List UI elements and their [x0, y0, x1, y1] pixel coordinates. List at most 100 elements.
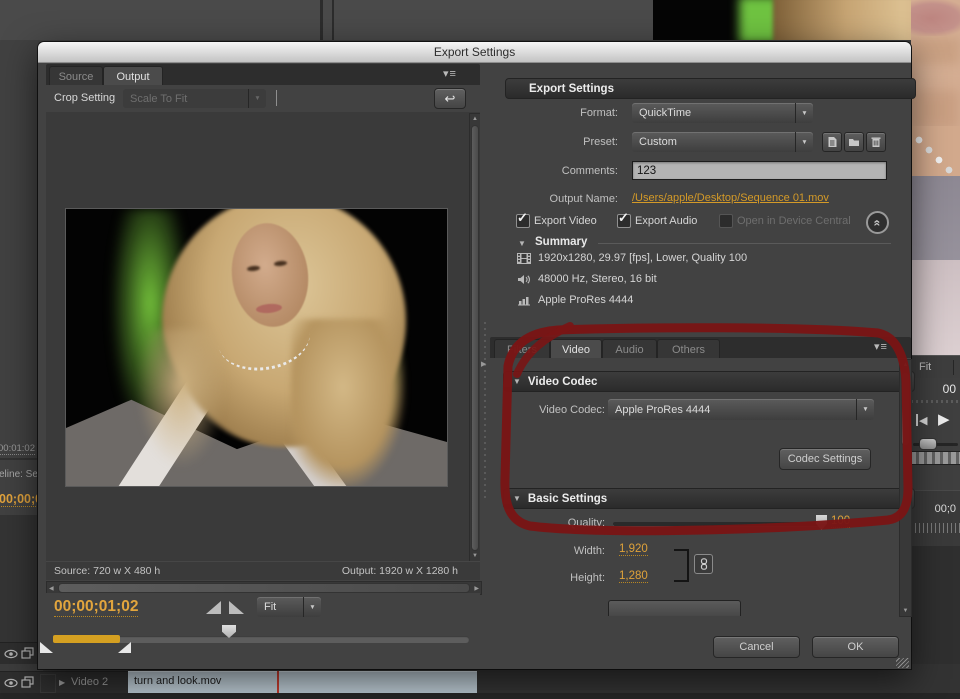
play-icon[interactable]: ▶: [938, 410, 950, 428]
import-preset-button[interactable]: [844, 132, 864, 152]
tab-audio[interactable]: Audio: [602, 339, 657, 359]
format-dropdown[interactable]: QuickTime ▼: [632, 103, 813, 123]
timeline-clip[interactable]: turn and look.mov: [128, 671, 477, 695]
track-output-icon[interactable]: [21, 676, 34, 689]
quality-slider-track[interactable]: [613, 522, 824, 526]
panel-divider: [332, 0, 334, 40]
output-name-label: Output Name:: [478, 193, 618, 205]
height-value[interactable]: 1,280: [619, 570, 648, 583]
cancel-button[interactable]: Cancel: [713, 636, 800, 658]
resize-grip[interactable]: [896, 658, 909, 668]
collapse-panel-button[interactable]: «: [866, 211, 889, 234]
monitor-fit-dropdown[interactable]: Fit: [919, 361, 931, 373]
scroll-left-icon[interactable]: ◀: [49, 585, 54, 592]
timeline-duration: 00:01:02: [0, 443, 35, 455]
scroll-up-icon[interactable]: ▲: [900, 362, 911, 368]
codec-settings-label: Codec Settings: [788, 453, 863, 465]
zoom-fit-dropdown[interactable]: Fit ▼: [257, 597, 321, 617]
preset-label: Preset:: [478, 136, 618, 148]
dialog-title-bar[interactable]: Export Settings: [38, 42, 911, 63]
chain-link-icon: [700, 558, 708, 570]
export-settings-group-title: Export Settings: [515, 83, 614, 95]
tab-source-label: Source: [59, 71, 94, 83]
scrollbar-thumb[interactable]: [58, 583, 470, 593]
tab-output[interactable]: Output: [103, 66, 163, 86]
summary-video-text: 1920x1280, 29.97 [fps], Lower, Quality 1…: [538, 252, 747, 264]
delete-preset-button[interactable]: [866, 132, 886, 152]
monitor-timecode-2: 00;0: [935, 503, 956, 515]
video-preview-frame[interactable]: [65, 208, 448, 487]
work-area-range[interactable]: [53, 635, 120, 643]
current-timecode[interactable]: 00;00;01;02: [54, 598, 138, 617]
timeline-playhead-line[interactable]: [277, 671, 279, 693]
save-preset-button[interactable]: [822, 132, 842, 152]
summary-codec-text: Apple ProRes 4444: [538, 294, 633, 306]
disclosure-down-icon[interactable]: ▼: [513, 494, 521, 503]
time-ruler-ticks: [911, 523, 960, 533]
toolbar-divider: [276, 90, 277, 106]
film-icon: [517, 253, 531, 264]
summary-video-row: 1920x1280, 29.97 [fps], Lower, Quality 1…: [517, 252, 747, 264]
summary-disclosure-icon[interactable]: ▼: [518, 239, 526, 248]
set-in-point-icon[interactable]: [206, 601, 221, 614]
scrollbar-thumb[interactable]: [471, 125, 479, 551]
folder-icon: [848, 137, 860, 147]
document-icon: [827, 136, 838, 148]
step-back-icon[interactable]: ◀: [919, 414, 927, 427]
monitor-shuttle[interactable]: [911, 437, 960, 449]
scrollbar-thumb[interactable]: [901, 372, 910, 446]
scale-dropdown[interactable]: Scale To Fit ▼: [123, 89, 266, 108]
quality-value[interactable]: 100: [831, 515, 850, 528]
scroll-right-icon[interactable]: ▶: [474, 585, 479, 592]
link-dimensions-button[interactable]: [694, 554, 713, 574]
dropdown-arrow-icon: ▼: [303, 597, 321, 617]
preset-dropdown[interactable]: Custom ▼: [632, 132, 813, 152]
tab-video[interactable]: Video: [550, 339, 602, 359]
export-settings-group-header: Export Settings: [505, 78, 916, 99]
dropdown-arrow-icon: ▼: [795, 132, 813, 152]
panel-menu-icon[interactable]: ▾≡: [443, 69, 457, 80]
track-label[interactable]: Video 2: [71, 676, 108, 688]
sweater-fragment: [911, 176, 960, 264]
splitter-expand-icon[interactable]: ▶: [481, 360, 486, 368]
monitor-timecode-row: 00: [911, 378, 960, 399]
comments-label: Comments:: [478, 165, 618, 177]
track-disclosure-icon[interactable]: ▶: [59, 678, 65, 687]
preview-vertical-scrollbar[interactable]: ▲ ▼: [469, 113, 480, 561]
ok-button[interactable]: OK: [812, 636, 899, 658]
undo-crop-button[interactable]: ↩: [434, 88, 466, 109]
out-point-marker[interactable]: [118, 642, 131, 653]
in-point-marker[interactable]: [40, 642, 53, 653]
set-out-point-icon[interactable]: [229, 601, 244, 614]
tab-filters[interactable]: Filters: [494, 339, 550, 359]
step-back-icon[interactable]: [916, 414, 918, 426]
cancel-label: Cancel: [739, 641, 773, 653]
panel-menu-icon[interactable]: ▾≡: [874, 342, 888, 353]
clipped-dropdown[interactable]: [608, 600, 741, 616]
shuttle-thumb[interactable]: [919, 438, 937, 450]
comments-input[interactable]: [632, 161, 887, 180]
monitor-tick-strip: [911, 400, 960, 403]
eye-icon[interactable]: [4, 678, 18, 688]
neck-shadow: [911, 90, 960, 130]
monitor-timeline-panel: 00;0: [911, 490, 960, 547]
video-codec-dropdown[interactable]: Apple ProRes 4444 ▼: [608, 399, 874, 420]
export-video-checkbox[interactable]: ✓: [516, 214, 530, 228]
divider: [953, 360, 954, 375]
tab-source[interactable]: Source: [49, 66, 103, 86]
width-value[interactable]: 1,920: [619, 543, 648, 556]
track-output-icon[interactable]: [21, 647, 34, 660]
tab-others[interactable]: Others: [657, 339, 720, 359]
export-audio-checkbox[interactable]: ✓: [617, 214, 631, 228]
background-left-strip: 00:01:02 eline: Se 00;00;0: [0, 40, 38, 664]
eye-icon[interactable]: [4, 649, 18, 659]
source-dimensions: Source: 720 w X 480 h: [54, 565, 160, 577]
monitor-jog[interactable]: [911, 451, 960, 465]
preview-area: ▲ ▼: [46, 112, 480, 561]
scroll-down-icon[interactable]: ▼: [900, 608, 911, 614]
options-vertical-scrollbar[interactable]: ▲ ▼: [899, 359, 912, 617]
output-name-link[interactable]: /Users/apple/Desktop/Sequence 01.mov: [632, 192, 829, 204]
codec-settings-button[interactable]: Codec Settings: [779, 448, 871, 470]
tab-output-label: Output: [116, 71, 149, 83]
disclosure-down-icon[interactable]: ▼: [513, 377, 521, 386]
